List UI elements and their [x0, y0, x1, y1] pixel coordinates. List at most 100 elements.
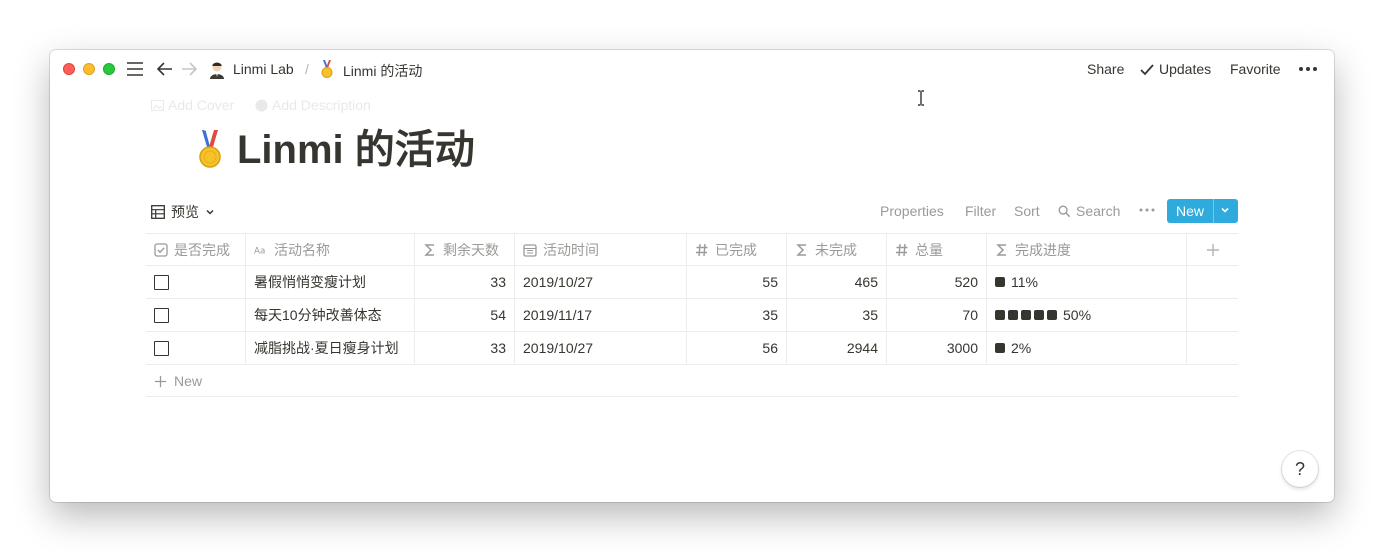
text-icon: Aa	[254, 247, 265, 257]
back-arrow-icon[interactable]	[155, 59, 175, 79]
column-header-progress[interactable]: 完成进度	[987, 234, 1187, 266]
add-column-button[interactable]	[1187, 234, 1238, 266]
maximize-window-button[interactable]	[103, 63, 115, 75]
page-title-text: Linmi 的活动	[237, 128, 475, 172]
text-cursor-icon	[918, 90, 924, 106]
search-button[interactable]: Search	[1058, 203, 1120, 219]
add-cover-label: Add Cover	[168, 97, 235, 113]
done-cell	[146, 299, 246, 331]
progress-square	[1008, 310, 1018, 320]
total-cell[interactable]: 70	[887, 299, 987, 331]
breadcrumb-separator: /	[305, 61, 309, 77]
calendar-icon	[523, 244, 537, 257]
column-header-total[interactable]: 总量	[887, 234, 987, 266]
table-row[interactable]: 每天10分钟改善体态 54 2019/11/17 35 35 70 50%	[146, 299, 1238, 332]
progress-bar	[995, 340, 1008, 356]
medal-icon	[321, 60, 333, 78]
total-cell[interactable]: 3000	[887, 332, 987, 364]
done-checkbox[interactable]	[154, 307, 169, 323]
progress-text: 2%	[1011, 340, 1032, 356]
progress-cell: 50%	[987, 299, 1187, 331]
column-header-label: 活动名称	[274, 242, 330, 258]
new-button[interactable]: New	[1167, 199, 1238, 223]
completed-cell[interactable]: 55	[687, 266, 787, 298]
name-cell[interactable]: 减脂挑战·夏日瘦身计划	[246, 332, 415, 364]
title-bar: Linmi Lab / Linmi 的活动 Share Updates Favo…	[50, 50, 1334, 88]
search-label: Search	[1076, 203, 1121, 219]
table-row[interactable]: 减脂挑战·夏日瘦身计划 33 2019/10/27 56 2944 3000 2…	[146, 332, 1238, 365]
total-cell[interactable]: 520	[887, 266, 987, 298]
name-cell[interactable]: 暑假悄悄变瘦计划	[246, 266, 415, 298]
days-left-cell: 33	[415, 266, 515, 298]
minimize-window-button[interactable]	[83, 63, 95, 75]
column-header-days-left[interactable]: 剩余天数	[415, 234, 515, 266]
avatar	[210, 62, 224, 79]
page-title[interactable]: Linmi 的活动	[195, 126, 475, 174]
column-header-label: 未完成	[815, 242, 857, 258]
breadcrumb-workspace[interactable]: Linmi Lab	[233, 61, 294, 77]
column-header-name[interactable]: Aa 活动名称	[246, 234, 415, 266]
more-options-icon[interactable]	[1139, 207, 1155, 213]
medal-icon	[199, 129, 221, 168]
column-header-label: 剩余天数	[443, 242, 499, 258]
help-button[interactable]: ?	[1282, 451, 1318, 487]
forward-arrow-icon[interactable]	[179, 59, 199, 79]
days-left-cell: 54	[415, 299, 515, 331]
progress-cell: 2%	[987, 332, 1187, 364]
updates-button[interactable]: Updates	[1159, 61, 1211, 77]
view-switcher[interactable]: 预览	[151, 202, 215, 222]
formula-icon	[996, 244, 1006, 256]
progress-text: 50%	[1063, 307, 1092, 323]
progress-bar	[995, 307, 1060, 323]
new-row-button[interactable]: New	[146, 366, 1238, 397]
days-left-cell: 33	[415, 332, 515, 364]
plus-icon	[1206, 244, 1219, 256]
progress-text: 11%	[1011, 274, 1038, 290]
column-header-remaining[interactable]: 未完成	[787, 234, 887, 266]
done-cell	[146, 266, 246, 298]
check-icon	[1140, 64, 1154, 76]
done-cell	[146, 332, 246, 364]
progress-cell: 11%	[987, 266, 1187, 298]
completed-cell[interactable]: 56	[687, 332, 787, 364]
plus-icon	[154, 375, 167, 387]
progress-square	[1034, 310, 1044, 320]
completed-cell[interactable]: 35	[687, 299, 787, 331]
remaining-cell: 2944	[787, 332, 887, 364]
table-header-row: 是否完成 Aa 活动名称 剩余天数 活动时间 已完成 未完成 总量 完成进度	[146, 233, 1238, 266]
info-icon	[255, 99, 268, 112]
column-header-completed[interactable]: 已完成	[687, 234, 787, 266]
formula-icon	[424, 244, 434, 256]
chevron-down-icon	[206, 209, 214, 215]
date-cell[interactable]: 2019/11/17	[515, 299, 687, 331]
svg-text:Aa: Aa	[254, 247, 265, 257]
column-header-done[interactable]: 是否完成	[146, 234, 246, 266]
number-icon	[696, 243, 708, 257]
date-cell[interactable]: 2019/10/27	[515, 332, 687, 364]
properties-button[interactable]: Properties	[880, 203, 944, 219]
done-checkbox[interactable]	[154, 340, 169, 356]
share-button[interactable]: Share	[1087, 61, 1124, 77]
app-window: Linmi Lab / Linmi 的活动 Share Updates Favo…	[50, 50, 1334, 502]
name-cell[interactable]: 每天10分钟改善体态	[246, 299, 415, 331]
add-description-button[interactable]: Add Description	[255, 97, 371, 113]
add-description-label: Add Description	[272, 97, 371, 113]
more-options-icon[interactable]	[1298, 59, 1318, 79]
database-table: 是否完成 Aa 活动名称 剩余天数 活动时间 已完成 未完成 总量 完成进度 暑…	[146, 233, 1238, 365]
date-cell[interactable]: 2019/10/27	[515, 266, 687, 298]
remaining-cell: 35	[787, 299, 887, 331]
add-cover-button[interactable]: Add Cover	[151, 97, 234, 113]
done-checkbox[interactable]	[154, 274, 169, 290]
formula-icon	[796, 244, 806, 256]
column-header-date[interactable]: 活动时间	[515, 234, 687, 266]
new-button-label: New	[1176, 203, 1205, 219]
favorite-button[interactable]: Favorite	[1230, 61, 1281, 77]
chevron-down-icon[interactable]	[1219, 204, 1231, 216]
breadcrumb-page[interactable]: Linmi 的活动	[343, 61, 422, 81]
close-window-button[interactable]	[63, 63, 75, 75]
filter-button[interactable]: Filter	[965, 203, 996, 219]
table-row[interactable]: 暑假悄悄变瘦计划 33 2019/10/27 55 465 520 11%	[146, 266, 1238, 299]
remaining-cell: 465	[787, 266, 887, 298]
menu-icon[interactable]	[125, 59, 145, 79]
sort-button[interactable]: Sort	[1014, 203, 1040, 219]
